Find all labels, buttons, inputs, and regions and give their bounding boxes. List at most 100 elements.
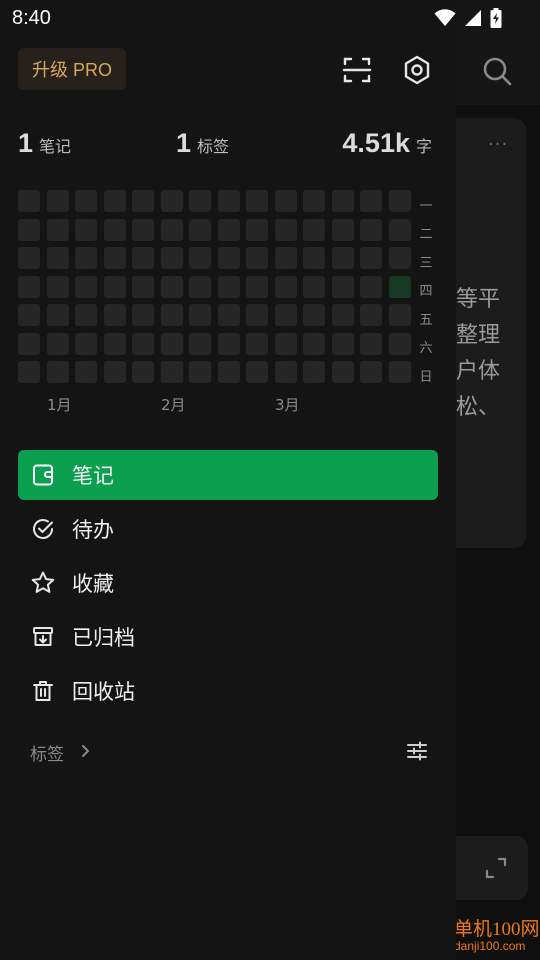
heatmap-cell: [274, 218, 297, 241]
more-icon[interactable]: ···: [488, 134, 508, 155]
filter-settings-icon[interactable]: [406, 740, 428, 762]
heatmap-cell: [360, 361, 382, 383]
heatmap-cell: [303, 361, 325, 383]
weekday-label: 六: [419, 341, 433, 356]
heatmap-cell: [331, 218, 354, 241]
card-text-line: 户体: [456, 359, 501, 384]
status-time: 8:40: [12, 7, 51, 29]
heatmap-cell: [246, 304, 268, 326]
stat-notes: 1 笔记: [18, 128, 71, 159]
tags-section-header[interactable]: 标签: [30, 736, 428, 766]
heatmap-cell: [331, 247, 354, 269]
heatmap-cell: [217, 332, 240, 355]
card-text-line: 等平: [456, 287, 501, 312]
heatmap-cell: [46, 247, 69, 269]
nav-label: 已归档: [72, 626, 135, 650]
heatmap-cell: [18, 332, 40, 355]
upgrade-pro-button[interactable]: 升级 PRO: [18, 48, 126, 90]
heatmap-cell: [160, 218, 183, 241]
heatmap-cell: [103, 332, 126, 355]
heatmap-cell: [18, 275, 40, 298]
month-label: 1月: [47, 396, 72, 414]
settings-icon[interactable]: [400, 53, 434, 87]
nav-label: 收藏: [72, 572, 114, 596]
weekday-label: 日: [419, 370, 433, 385]
card-text-line: 松、: [456, 395, 501, 420]
heatmap-cell: [160, 332, 183, 355]
scan-icon[interactable]: [340, 53, 374, 87]
heatmap-cell: [46, 361, 69, 383]
note-icon: [30, 462, 56, 488]
heatmap-cell: [75, 304, 97, 326]
heatmap-cell: [46, 218, 69, 241]
heatmap-cell: [18, 247, 40, 269]
heatmap-cell: [18, 218, 40, 241]
status-bar: 8:40: [0, 0, 540, 36]
heatmap-cell: [217, 190, 240, 212]
heatmap-cell: [103, 304, 126, 326]
nav-item-favorites[interactable]: 收藏: [18, 558, 438, 608]
trash-icon: [30, 678, 56, 704]
cellular-signal-icon: [464, 9, 482, 31]
heatmap-cell: [388, 361, 411, 383]
heatmap-cell: [18, 304, 40, 326]
heatmap-cell: [18, 190, 40, 212]
tags-label: 标签: [30, 745, 64, 765]
stat-number: 1: [176, 128, 192, 158]
nav-item-todo[interactable]: 待办: [18, 504, 438, 554]
heatmap-cell: [103, 218, 126, 241]
heatmap-cell: [388, 247, 411, 269]
heatmap-cell: [331, 361, 354, 383]
heatmap-cell: [132, 361, 154, 383]
heatmap-cell: [132, 304, 154, 326]
weekday-label: 三: [419, 256, 433, 271]
heatmap-cell: [189, 190, 211, 212]
heatmap-cell: [160, 247, 183, 269]
todo-check-icon: [30, 516, 56, 542]
nav-label: 笔记: [72, 464, 114, 488]
heatmap-cell: [132, 332, 154, 355]
heatmap-cell: [274, 247, 297, 269]
heatmap-cell: [388, 275, 411, 298]
heatmap-cell: [160, 275, 183, 298]
chevron-right-icon[interactable]: [80, 743, 90, 757]
heatmap-cell: [189, 218, 211, 241]
heatmap-cell: [75, 332, 97, 355]
heatmap-cell: [360, 304, 382, 326]
heatmap-cell: [274, 275, 297, 298]
navigation-drawer: 升级 PRO 1 笔记 1 标签 4.51k 字 一 二 三 四 五 六 日 1…: [0, 0, 456, 960]
heatmap-cell: [303, 190, 325, 212]
status-icons: [434, 8, 502, 32]
heatmap-cell: [246, 275, 268, 298]
weekday-label: 五: [419, 313, 433, 328]
heatmap-cell: [303, 218, 325, 241]
heatmap-cell: [160, 190, 183, 212]
heatmap-cell: [160, 304, 183, 326]
nav-item-archived[interactable]: 已归档: [18, 612, 438, 662]
drawer-nav: 笔记 待办 收藏 已归档 回收站: [18, 450, 438, 720]
heatmap-cell: [360, 190, 382, 212]
heatmap-cell: [189, 332, 211, 355]
stat-unit: 标签: [197, 137, 230, 156]
heatmap-cell: [189, 361, 211, 383]
nav-item-trash[interactable]: 回收站: [18, 666, 438, 716]
heatmap-cell: [303, 332, 325, 355]
weekday-label: 四: [419, 284, 433, 299]
stats-row: 1 笔记 1 标签 4.51k 字: [18, 128, 434, 168]
heatmap-cell: [46, 275, 69, 298]
heatmap-cell: [331, 190, 354, 212]
heatmap-cell: [388, 190, 411, 212]
nav-item-notes[interactable]: 笔记: [18, 450, 438, 500]
heatmap-cell: [388, 304, 411, 326]
nav-label: 回收站: [72, 680, 135, 704]
heatmap-cell: [18, 361, 40, 383]
stat-number: 4.51k: [342, 128, 410, 158]
expand-icon[interactable]: [484, 856, 508, 880]
search-icon[interactable]: [480, 54, 514, 88]
heatmap-cell: [132, 190, 154, 212]
heatmap-cell: [217, 304, 240, 326]
heatmap-cell: [189, 275, 211, 298]
heatmap-cell: [103, 275, 126, 298]
weekday-label: 二: [419, 227, 433, 242]
heatmap-cell: [217, 247, 240, 269]
